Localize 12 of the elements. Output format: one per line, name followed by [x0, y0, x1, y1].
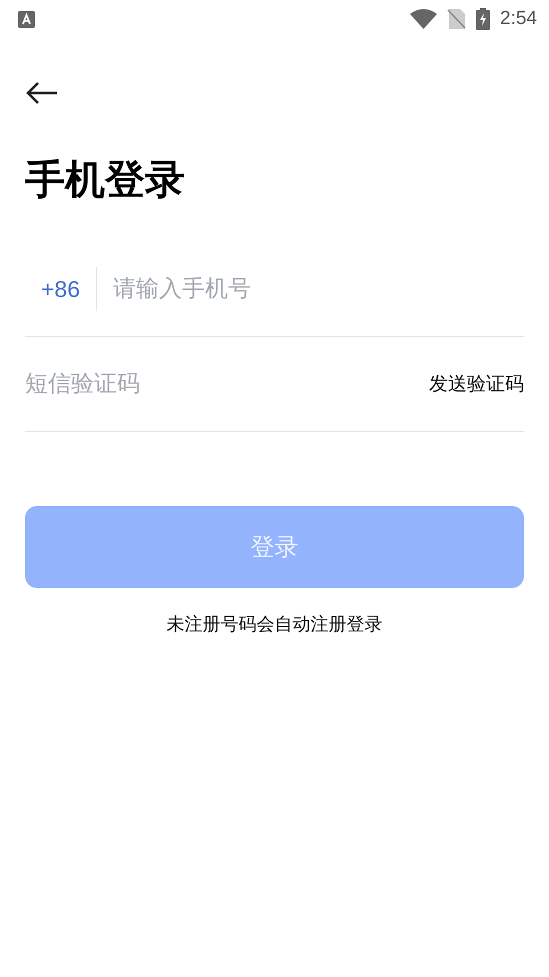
send-code-button[interactable]: 发送验证码 — [429, 371, 524, 397]
status-time: 2:54 — [500, 8, 537, 30]
phone-input-field[interactable]: 请输入手机号 — [97, 267, 524, 311]
sms-code-input-field[interactable]: 短信验证码 — [25, 362, 429, 406]
battery-charging-icon — [476, 8, 490, 30]
no-sim-icon — [447, 9, 466, 29]
auto-register-note: 未注册号码会自动注册登录 — [166, 613, 384, 636]
wifi-icon — [410, 9, 438, 29]
back-arrow-icon — [25, 81, 59, 105]
keyboard-icon — [18, 10, 35, 28]
page-title: 手机登录 — [25, 156, 186, 204]
country-code[interactable]: +86 — [25, 267, 98, 311]
